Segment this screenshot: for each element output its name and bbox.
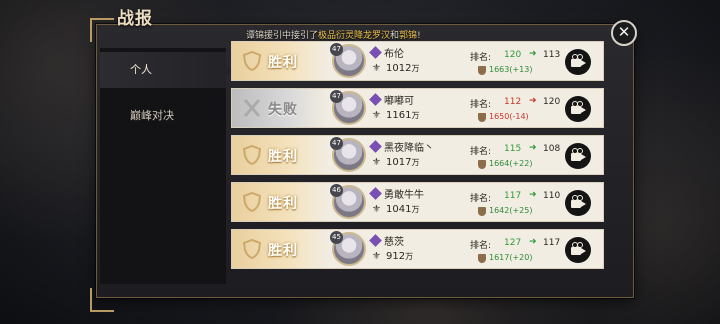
crossed-swords-icon	[243, 99, 261, 117]
quality-diamond-icon	[369, 140, 382, 153]
result-banner: 胜利	[232, 42, 328, 80]
power-icon: ⚜	[372, 204, 381, 215]
rank-to: 108	[543, 144, 561, 154]
rank-from: 120	[504, 50, 522, 60]
arrow-right-green-icon: ➜	[529, 143, 537, 153]
quality-diamond-icon	[369, 234, 382, 247]
score-change: 1663(+13)	[489, 65, 533, 74]
level-badge: 45	[330, 231, 343, 244]
battle-record-row: 失败 47 嘟嘟可 ⚜ 1161万 排名: 112 ➜ 120 1650(-14…	[231, 88, 604, 128]
rank-to: 120	[543, 97, 561, 107]
rank-label: 排名:	[470, 147, 492, 157]
result-label: 失败	[268, 102, 298, 118]
result-label: 胜利	[268, 149, 298, 165]
rank-to: 110	[543, 191, 561, 201]
window-title: 战报	[117, 9, 153, 29]
power-icon: ⚜	[372, 157, 381, 168]
result-banner: 胜利	[232, 230, 328, 268]
rank-from: 117	[504, 191, 522, 201]
score-shield-icon	[478, 254, 486, 263]
sidebar: 个人 巅峰对决	[100, 48, 232, 284]
score-change: 1617(+20)	[489, 253, 533, 262]
power-icon: ⚜	[372, 110, 381, 121]
frame-corner-ornament	[90, 288, 114, 312]
shield-icon	[243, 239, 261, 259]
shield-icon	[243, 192, 261, 212]
result-banner: 胜利	[232, 183, 328, 221]
rank-label: 排名:	[470, 194, 492, 204]
replay-button[interactable]	[565, 237, 591, 263]
result-label: 胜利	[268, 243, 298, 259]
quality-diamond-icon	[369, 93, 382, 106]
shield-icon	[243, 51, 261, 71]
replay-button[interactable]	[565, 49, 591, 75]
score-shield-icon	[478, 160, 486, 169]
result-banner: 失败	[232, 89, 328, 127]
frame-corner-ornament	[90, 18, 114, 42]
battle-record-row: 胜利 45 慈茨 ⚜ 912万 排名: 127 ➜ 117 1617(+20)	[231, 229, 604, 269]
result-banner: 胜利	[232, 136, 328, 174]
rank-from: 127	[504, 238, 522, 248]
arrow-right-green-icon: ➜	[529, 237, 537, 247]
shield-icon	[243, 145, 261, 165]
opponent-power: 1012万	[386, 63, 420, 74]
opponent-name: 嘟嘟可	[384, 96, 414, 107]
battle-record-row: 胜利 46 勇敢牛牛 ⚜ 1041万 排名: 117 ➜ 110 1642(+2…	[231, 182, 604, 222]
opponent-name: 黑夜降临丶	[384, 143, 434, 154]
battle-record-list[interactable]: 胜利 47 布伦 ⚜ 1012万 排名: 120 ➜ 113 1663(+13)…	[231, 41, 604, 286]
opponent-power: 1041万	[386, 204, 420, 215]
rank-label: 排名:	[470, 53, 492, 63]
battle-record-row: 胜利 47 黑夜降临丶 ⚜ 1017万 排名: 115 ➜ 108 1664(+…	[231, 135, 604, 175]
close-button[interactable]: ✕	[611, 20, 637, 46]
power-icon: ⚜	[372, 63, 381, 74]
score-change: 1642(+25)	[489, 206, 533, 215]
rank-label: 排名:	[470, 241, 492, 251]
quality-diamond-icon	[369, 187, 382, 200]
rank-from: 112	[504, 97, 522, 107]
close-icon: ✕	[617, 23, 631, 41]
tab-peak-duel[interactable]: 巅峰对决	[100, 98, 226, 134]
opponent-name: 勇敢牛牛	[384, 190, 424, 201]
score-shield-icon	[478, 113, 486, 122]
power-icon: ⚜	[372, 251, 381, 262]
opponent-power: 912万	[386, 251, 414, 262]
opponent-power: 1017万	[386, 157, 420, 168]
opponent-power: 1161万	[386, 110, 420, 121]
score-change: 1664(+22)	[489, 159, 533, 168]
arrow-right-red-icon: ➜	[529, 96, 537, 106]
level-badge: 46	[330, 184, 343, 197]
score-change: 1650(-14)	[489, 112, 529, 121]
level-badge: 47	[330, 137, 343, 150]
result-label: 胜利	[268, 196, 298, 212]
replay-button[interactable]	[565, 96, 591, 122]
rank-to: 113	[543, 50, 561, 60]
quality-diamond-icon	[369, 46, 382, 59]
level-badge: 47	[330, 90, 343, 103]
replay-button[interactable]	[565, 143, 591, 169]
rank-from: 115	[504, 144, 522, 154]
score-shield-icon	[478, 66, 486, 75]
arrow-right-green-icon: ➜	[529, 190, 537, 200]
rank-to: 117	[543, 238, 561, 248]
replay-button[interactable]	[565, 190, 591, 216]
tab-personal[interactable]: 个人	[100, 52, 232, 88]
system-notice: 谭锦援引中接引了极品衍灵降龙罗汉和郭锦!	[246, 31, 421, 41]
opponent-name: 布伦	[384, 49, 404, 60]
result-label: 胜利	[268, 55, 298, 71]
arrow-right-green-icon: ➜	[529, 49, 537, 59]
score-shield-icon	[478, 207, 486, 216]
opponent-name: 慈茨	[384, 237, 404, 248]
level-badge: 47	[330, 43, 343, 56]
rank-label: 排名:	[470, 100, 492, 110]
battle-record-row: 胜利 47 布伦 ⚜ 1012万 排名: 120 ➜ 113 1663(+13)	[231, 41, 604, 81]
